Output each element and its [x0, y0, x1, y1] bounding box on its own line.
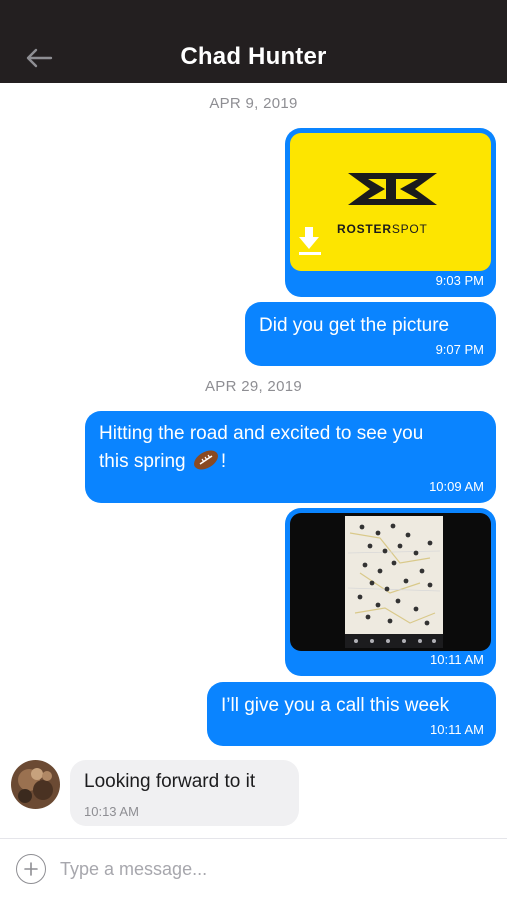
date-separator: APR 9, 2019 [209, 95, 298, 112]
message-time: 10:13 AM [84, 804, 139, 819]
incoming-message-bubble[interactable]: Looking forward to it 10:13 AM [70, 760, 299, 826]
message-text: Did you get the picture [259, 315, 450, 336]
map-screenshot-image[interactable] [290, 513, 491, 651]
conversation-header: Chad Hunter [0, 0, 507, 83]
add-attachment-button[interactable] [16, 854, 46, 884]
message-bubble[interactable]: I’ll give you a call this week 10:11 AM [207, 682, 496, 746]
football-emoji [193, 450, 218, 470]
message-image-bubble[interactable]: ROSTERSPOT 9:03 PM [285, 128, 496, 297]
message-time: 9:03 PM [435, 273, 484, 288]
plus-circle-icon [24, 862, 38, 876]
message-time: 9:07 PM [435, 342, 484, 357]
message-input[interactable] [60, 852, 480, 886]
rosterspot-wordmark: ROSTERSPOT [337, 222, 428, 236]
message-image-bubble[interactable]: 10:11 AM [285, 508, 496, 676]
message-text: Hitting the road and excited to see you … [99, 423, 424, 472]
rosterspot-image[interactable]: ROSTERSPOT [290, 133, 491, 271]
message-time: 10:11 AM [430, 652, 484, 667]
map-screenshot [345, 516, 443, 648]
avatar-photo [11, 760, 60, 809]
message-bubble[interactable]: Hitting the road and excited to see you … [85, 411, 496, 503]
rosterspot-logo [299, 173, 437, 255]
message-text: Looking forward to it [84, 771, 256, 792]
message-time: 10:09 AM [429, 479, 484, 494]
download-arrow-icon [299, 227, 321, 255]
message-composer [0, 838, 507, 900]
message-text: I’ll give you a call this week [221, 695, 450, 716]
message-time: 10:11 AM [430, 722, 484, 737]
date-separator: APR 29, 2019 [205, 378, 302, 395]
contact-avatar[interactable] [11, 760, 60, 809]
message-bubble[interactable]: Did you get the picture 9:07 PM [245, 302, 496, 366]
contact-name: Chad Hunter [180, 43, 327, 70]
